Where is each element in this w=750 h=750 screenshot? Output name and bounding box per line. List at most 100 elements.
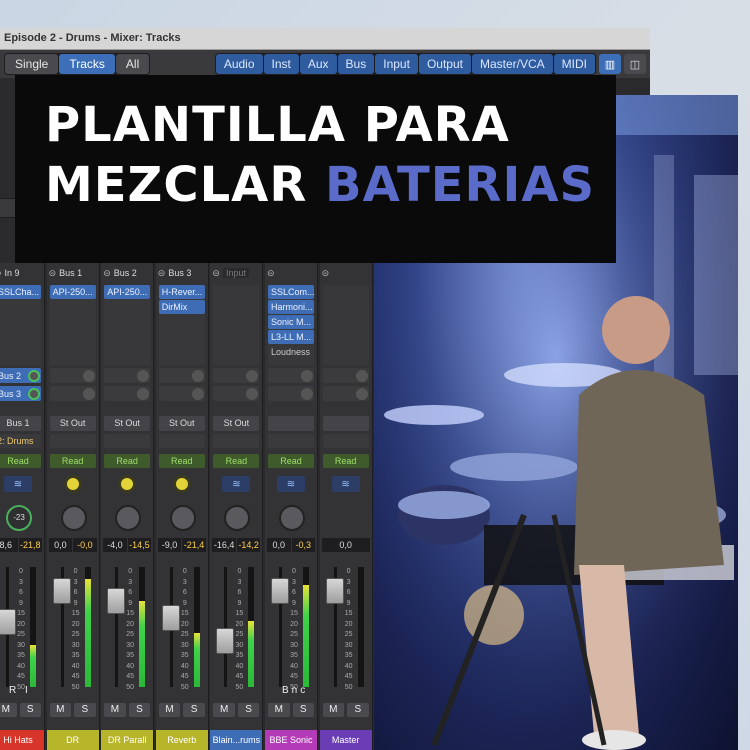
volume-fader[interactable] (216, 628, 235, 654)
input-slot[interactable]: ⊝ (322, 266, 370, 280)
output-slot[interactable]: St Out (104, 416, 151, 431)
plugin-slot[interactable]: SSLCom... (268, 285, 314, 299)
send-level-knob[interactable] (191, 387, 204, 400)
automation-mode[interactable]: Read (322, 454, 369, 468)
plugin-slot[interactable]: L3-LL M... (268, 330, 314, 344)
track-name[interactable]: Blain...rums (210, 730, 263, 750)
group-slot[interactable] (158, 434, 205, 448)
pan-knob[interactable] (169, 505, 196, 531)
input-slot[interactable]: ⊝ (267, 266, 315, 280)
group-slot[interactable] (322, 434, 369, 448)
eq-thumbnail[interactable]: ≋ (277, 476, 305, 492)
track-name[interactable]: Reverb (155, 730, 208, 750)
pan-knob[interactable] (60, 505, 87, 531)
solo-button[interactable]: S (74, 703, 96, 717)
filter-input[interactable]: Input (375, 54, 418, 74)
send-slot[interactable] (49, 368, 96, 383)
group-slot[interactable] (104, 434, 151, 448)
output-slot[interactable]: St Out (49, 416, 96, 431)
volume-fader[interactable] (271, 578, 289, 604)
filter-aux[interactable]: Aux (299, 54, 337, 74)
narrow-view-icon[interactable]: ▥ (599, 54, 621, 74)
automation-mode[interactable]: Read (158, 454, 205, 468)
automation-mode[interactable]: Read (104, 454, 151, 468)
bounce-button[interactable]: Bnc (282, 685, 308, 697)
group-slot[interactable] (268, 434, 314, 448)
plugin-slot[interactable]: SSLCha... (0, 285, 41, 299)
input-gain-knob[interactable] (172, 475, 191, 493)
solo-button[interactable]: S (128, 703, 151, 717)
send-level-knob[interactable] (355, 387, 368, 400)
send-slot[interactable] (158, 386, 205, 401)
plugin-slot[interactable]: H-Rever... (158, 285, 205, 299)
send-slot[interactable]: Bus 2 (0, 368, 41, 383)
eq-thumbnail[interactable]: ≋ (331, 476, 360, 492)
send-slot[interactable] (268, 368, 314, 383)
eq-thumbnail[interactable] (168, 475, 196, 493)
automation-mode[interactable]: Read (0, 454, 41, 468)
send-slot[interactable] (104, 368, 151, 383)
eq-thumbnail[interactable]: ≋ (222, 476, 251, 492)
filter-mastervca[interactable]: Master/VCA (471, 54, 553, 74)
group-slot[interactable] (49, 434, 96, 448)
group-slot[interactable]: 2: Drums (0, 434, 41, 448)
send-level-knob[interactable] (82, 387, 95, 400)
volume-fader[interactable] (52, 578, 71, 604)
solo-button[interactable]: S (292, 703, 314, 717)
volume-fader[interactable] (161, 605, 180, 631)
send-level-knob[interactable] (355, 369, 368, 382)
plugin-slot[interactable]: Sonic M... (268, 315, 314, 329)
volume-fader[interactable] (107, 588, 126, 614)
send-slot[interactable] (213, 386, 260, 401)
mute-button[interactable]: M (0, 703, 17, 717)
filter-output[interactable]: Output (418, 54, 471, 74)
send-slot[interactable] (104, 386, 151, 401)
solo-button[interactable]: S (237, 703, 260, 717)
output-slot[interactable]: Bus 1 (0, 416, 41, 431)
track-name[interactable]: Hi Hats (0, 730, 44, 750)
output-slot[interactable] (322, 416, 369, 431)
input-gain-knob[interactable] (118, 475, 137, 493)
send-level-knob[interactable] (82, 369, 95, 382)
send-level-knob[interactable] (137, 369, 150, 382)
eq-thumbnail[interactable] (59, 475, 87, 493)
filter-audio[interactable]: Audio (215, 54, 263, 74)
send-level-knob[interactable] (301, 387, 313, 400)
plugin-slot[interactable]: API-250... (49, 285, 96, 299)
send-level-knob[interactable] (191, 369, 204, 382)
send-slot[interactable] (213, 368, 260, 383)
pan-knob[interactable] (279, 505, 305, 531)
automation-mode[interactable]: Read (268, 454, 314, 468)
eq-thumbnail[interactable] (113, 475, 141, 493)
volume-fader[interactable] (325, 578, 344, 604)
track-name[interactable]: BBE Sonic (265, 730, 317, 750)
plugin-slot[interactable]: DirMix (158, 300, 205, 314)
view-mode-all[interactable]: All (115, 54, 150, 74)
send-slot[interactable] (268, 386, 314, 401)
track-name[interactable]: Master (319, 730, 372, 750)
send-level-knob[interactable] (301, 369, 313, 382)
track-name[interactable]: DR (46, 730, 99, 750)
plugin-slot[interactable]: Loudness (268, 345, 314, 359)
solo-button[interactable]: S (347, 703, 369, 717)
eq-thumbnail[interactable]: ≋ (4, 476, 32, 492)
send-level-knob[interactable] (28, 369, 40, 382)
view-mode-single[interactable]: Single (5, 54, 59, 74)
solo-button[interactable]: S (183, 703, 205, 717)
input-slot[interactable]: ⊝ Bus 1 (49, 266, 97, 280)
output-slot[interactable]: St Out (213, 416, 260, 431)
filter-bus[interactable]: Bus (337, 54, 375, 74)
send-slot[interactable] (322, 368, 369, 383)
filter-midi[interactable]: MIDI (553, 54, 595, 74)
input-slot[interactable]: ⊝In 9 (0, 266, 42, 280)
output-slot[interactable]: St Out (158, 416, 205, 431)
send-slot[interactable] (158, 368, 205, 383)
send-slot[interactable] (49, 386, 96, 401)
send-slot[interactable]: Bus 3 (0, 386, 41, 401)
wide-view-icon[interactable]: ◫ (624, 54, 646, 74)
automation-mode[interactable]: Read (49, 454, 96, 468)
view-mode-tracks[interactable]: Tracks (59, 54, 115, 74)
track-name[interactable]: DR Parall (101, 730, 154, 750)
pan-knob[interactable] (224, 505, 251, 531)
pan-knob[interactable] (115, 505, 142, 531)
